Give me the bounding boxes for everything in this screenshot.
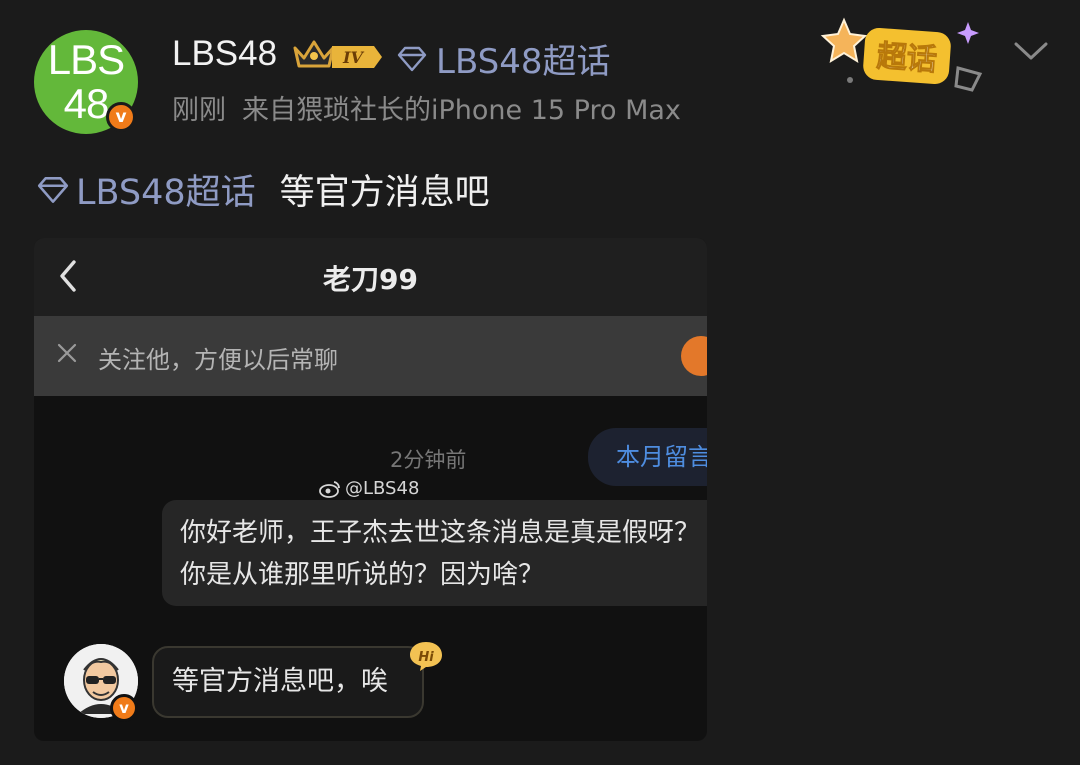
attached-screenshot[interactable]: 老刀99 关注他，方便以后常聊 2分钟前 本月留言 @LBS48 你好老师，王子… — [34, 238, 707, 741]
verified-badge-icon: v — [106, 102, 136, 132]
outgoing-message-bubble: 你好老师，王子杰去世这条消息是真是假呀？你是从谁那里听说的？因为啥？ — [162, 500, 707, 606]
chat-title: 老刀99 — [323, 263, 418, 296]
month-message-tag: 本月留言 — [588, 428, 707, 486]
follow-button — [681, 336, 707, 376]
body-topic-link[interactable]: LBS48超话 — [36, 164, 256, 215]
watermark: @LBS48 — [319, 478, 419, 499]
level-badge-icon: IV — [332, 46, 382, 68]
follow-prompt-text: 关注他，方便以后常聊 — [98, 346, 338, 374]
body-topic-label: LBS48超话 — [76, 173, 256, 213]
diamond-icon — [397, 46, 427, 71]
post-source: 来自猥琐社长的iPhone 15 Pro Max — [242, 95, 681, 126]
close-icon — [57, 343, 77, 363]
peer-verified-badge-icon: v — [110, 694, 138, 722]
incoming-message-bubble: 等官方消息吧，唉 — [152, 646, 424, 718]
chat-header: 老刀99 — [34, 238, 707, 316]
diamond-icon — [37, 176, 69, 203]
outgoing-message-text: 你好老师，王子杰去世这条消息是真是假呀？你是从谁那里听说的？因为啥？ — [180, 518, 701, 590]
follow-prompt-bar: 关注他，方便以后常聊 — [34, 316, 707, 396]
header-topic-label: LBS48超话 — [436, 42, 611, 82]
message-timestamp: 2分钟前 — [390, 448, 467, 472]
post-body: LBS48超话 等官方消息吧 — [36, 164, 490, 215]
svg-text:超话: 超话 — [876, 39, 938, 78]
post-meta: 刚刚 来自猥琐社长的iPhone 15 Pro Max — [172, 88, 697, 127]
username[interactable]: LBS48 — [172, 34, 277, 74]
hi-icon: Hi — [410, 642, 442, 671]
header-topic-link[interactable]: LBS48超话 — [396, 34, 611, 83]
super-topic-sticker[interactable]: 超话 — [820, 16, 990, 100]
weibo-icon — [319, 480, 340, 498]
chevron-down-icon[interactable] — [1012, 36, 1050, 64]
watermark-text: @LBS48 — [345, 478, 420, 499]
svg-text:Hi: Hi — [418, 650, 434, 665]
post-text: 等官方消息吧 — [279, 173, 490, 213]
incoming-message-text: 等官方消息吧，唉 — [172, 666, 388, 697]
post-time: 刚刚 — [172, 95, 226, 126]
svg-text:IV: IV — [342, 48, 364, 67]
